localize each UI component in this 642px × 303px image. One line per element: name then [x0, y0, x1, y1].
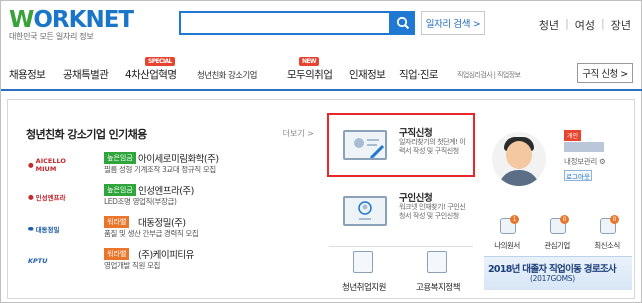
company-logo: KPTU	[28, 257, 48, 265]
service-links: 청년취업지원 고용복지정책	[329, 246, 473, 293]
count-badge: 1	[510, 215, 519, 224]
user-name-redacted	[564, 142, 604, 152]
quick-my-applications[interactable]: 1 나의원서	[482, 215, 532, 254]
logo-dot-icon: ●	[28, 193, 34, 201]
company-name: 아이세로미림화학(주)	[138, 154, 219, 165]
logo-ellipse-icon: ⬬	[28, 224, 34, 233]
monitor-icon	[343, 130, 387, 160]
separator: |	[601, 17, 605, 30]
job-apply-card[interactable]: 구직신청 일자리찾기의 첫단계! 이력서 작성 및 구직신청	[327, 113, 475, 177]
logout-button[interactable]: 로그아웃	[564, 170, 592, 181]
quick-interest-companies[interactable]: 0 관심기업	[532, 215, 582, 254]
company-row[interactable]: ● 인성엔프라 높은임금 인성엔프라(주) LED조명 영업직(부장급)	[22, 184, 312, 212]
document-chart-icon	[353, 251, 373, 273]
top-link-women[interactable]: 여성	[575, 17, 595, 33]
company-desc: 필름 성형 기계조작 3교대 정규직 모집	[104, 165, 216, 174]
quick-latest-news[interactable]: 0 최신소식	[582, 215, 632, 254]
logo-text: ORKNET	[33, 7, 134, 33]
avatar	[492, 132, 546, 186]
company-logo: ● AICELLO MIUM	[28, 157, 66, 173]
card-title: 구인신청	[399, 193, 433, 204]
company-desc: 영업개발 직원 모집	[104, 261, 160, 270]
nav-item-public-recruit[interactable]: 공채특별관	[63, 67, 109, 82]
count-badge: 0	[610, 215, 619, 224]
card-desc: 워크넷 인재찾기! 구인신청서 작성 및 구인신청	[399, 203, 466, 220]
employment-policy-link[interactable]: 고용복지정책	[403, 249, 473, 293]
logo-w: W	[9, 7, 34, 33]
avatar-face	[506, 141, 532, 169]
logo-dot-icon: ●	[28, 161, 34, 169]
separator: |	[565, 17, 569, 30]
link-label: 고용복지정책	[416, 283, 460, 293]
special-badge: SPECIAL	[145, 57, 175, 66]
company-tag: 높은임금	[104, 152, 136, 164]
main-content: 청년친화 강소기업 인기채용 더보기 > ● AICELLO MIUM 높은임금 …	[7, 99, 635, 299]
search-input[interactable]	[179, 11, 391, 35]
advanced-search-button[interactable]: 일자리 검색 >	[421, 11, 485, 35]
company-desc: 품질 및 생산 간부급 경력직 모집	[104, 229, 199, 238]
service-panel: 구직신청 일자리찾기의 첫단계! 이력서 작성 및 구직신청 구인신청 워크넷 …	[326, 108, 476, 293]
main-nav: 채용정보 공채특별관 SPECIAL 4차산업혁명 청년친화 강소기업 NEW …	[1, 57, 642, 91]
company-row[interactable]: KPTU 워라밸 (주)케이피티유 영업개발 직원 모집	[22, 248, 312, 276]
nav-item-label: 4차산업혁명	[125, 69, 177, 81]
more-link[interactable]: 더보기 >	[283, 128, 314, 139]
card-desc: 일자리찾기의 첫단계! 이력서 작성 및 구직신청	[399, 138, 466, 155]
link-label: 청년취업지원	[342, 283, 386, 293]
company-logo: ⬬ 대동정밀	[28, 224, 60, 235]
company-tag: 높은임금	[104, 184, 136, 196]
quick-label: 관심기업	[544, 241, 570, 250]
page-frame: WORKNET 대한민국 모든 일자리 정보 일자리 검색 > 청년 | 여성 …	[0, 0, 642, 303]
quick-label: 최신소식	[594, 241, 620, 250]
worknet-logo[interactable]: WORKNET 대한민국 모든 일자리 정보	[9, 7, 134, 42]
card-title: 구직신청	[399, 128, 433, 139]
document-icon	[427, 251, 447, 273]
company-tag: 워라밸	[104, 248, 130, 260]
quick-label: 나의원서	[494, 241, 520, 250]
nav-item-jobs[interactable]: 채용정보	[9, 67, 46, 82]
search-icon	[396, 16, 410, 30]
nav-item-youth-companies[interactable]: 청년친화 강소기업	[197, 69, 257, 81]
company-tag: 워라밸	[104, 216, 130, 228]
nav-item-label: 모두의취업	[287, 69, 333, 81]
survey-banner[interactable]: 2018년 대졸자 직업이동 경로조사 (2017GOMS)	[484, 256, 632, 290]
company-name: (주)케이피티유	[138, 250, 194, 261]
nav-item-aptitude[interactable]: 직업심리검사 | 직업정보	[457, 70, 521, 80]
nav-item-talent[interactable]: 인재정보	[349, 67, 386, 82]
top-link-senior[interactable]: 장년	[611, 17, 631, 33]
avatar-body	[498, 170, 540, 186]
personal-badge: 개인	[564, 130, 582, 141]
nav-item-career[interactable]: 직업·진로	[399, 67, 439, 82]
my-info-link[interactable]: 내정보관리 ⚙	[564, 156, 606, 167]
company-desc: LED조명 영업직(부장급)	[104, 197, 177, 206]
youth-support-link[interactable]: 청년취업지원	[329, 249, 399, 293]
banner-title: 2018년 대졸자 직업이동 경로조사	[488, 264, 617, 275]
company-name: 인성엔프라(주)	[138, 186, 194, 197]
company-row[interactable]: ⬬ 대동정밀 워라밸 대동정밀(주) 품질 및 생산 간부급 경력직 모집	[22, 216, 312, 244]
job-apply-button[interactable]: 구직 신청 >	[577, 63, 633, 83]
youth-companies-panel: 청년친화 강소기업 인기채용 더보기 > ● AICELLO MIUM 높은임금 …	[18, 108, 314, 288]
search-button[interactable]	[391, 11, 415, 35]
company-row[interactable]: ● AICELLO MIUM 높은임금 아이세로미림화학(주) 필름 성형 기계조…	[22, 152, 312, 180]
banner-subtitle: (2017GOMS)	[530, 274, 575, 283]
company-logo: ● 인성엔프라	[28, 193, 66, 202]
top-link-youth[interactable]: 청년	[539, 17, 559, 33]
count-badge: 0	[560, 215, 569, 224]
nav-item-everyone-employment[interactable]: NEW 모두의취업	[287, 57, 333, 82]
new-badge: NEW	[299, 57, 319, 66]
monitor-icon	[343, 196, 387, 226]
nav-item-4th-industry[interactable]: SPECIAL 4차산업혁명	[125, 57, 177, 82]
top-links: 청년 | 여성 | 장년	[539, 17, 631, 33]
hire-apply-card[interactable]: 구인신청 워크넷 인재찾기! 구인신청서 작성 및 구인신청	[329, 182, 473, 242]
company-name: 대동정밀(주)	[138, 218, 186, 229]
profile-panel: 개인 내정보관리 ⚙ 로그아웃 1 나의원서 0 관심기업 0 최신소식 201…	[482, 108, 632, 292]
panel-title: 청년친화 강소기업 인기채용	[26, 128, 147, 141]
